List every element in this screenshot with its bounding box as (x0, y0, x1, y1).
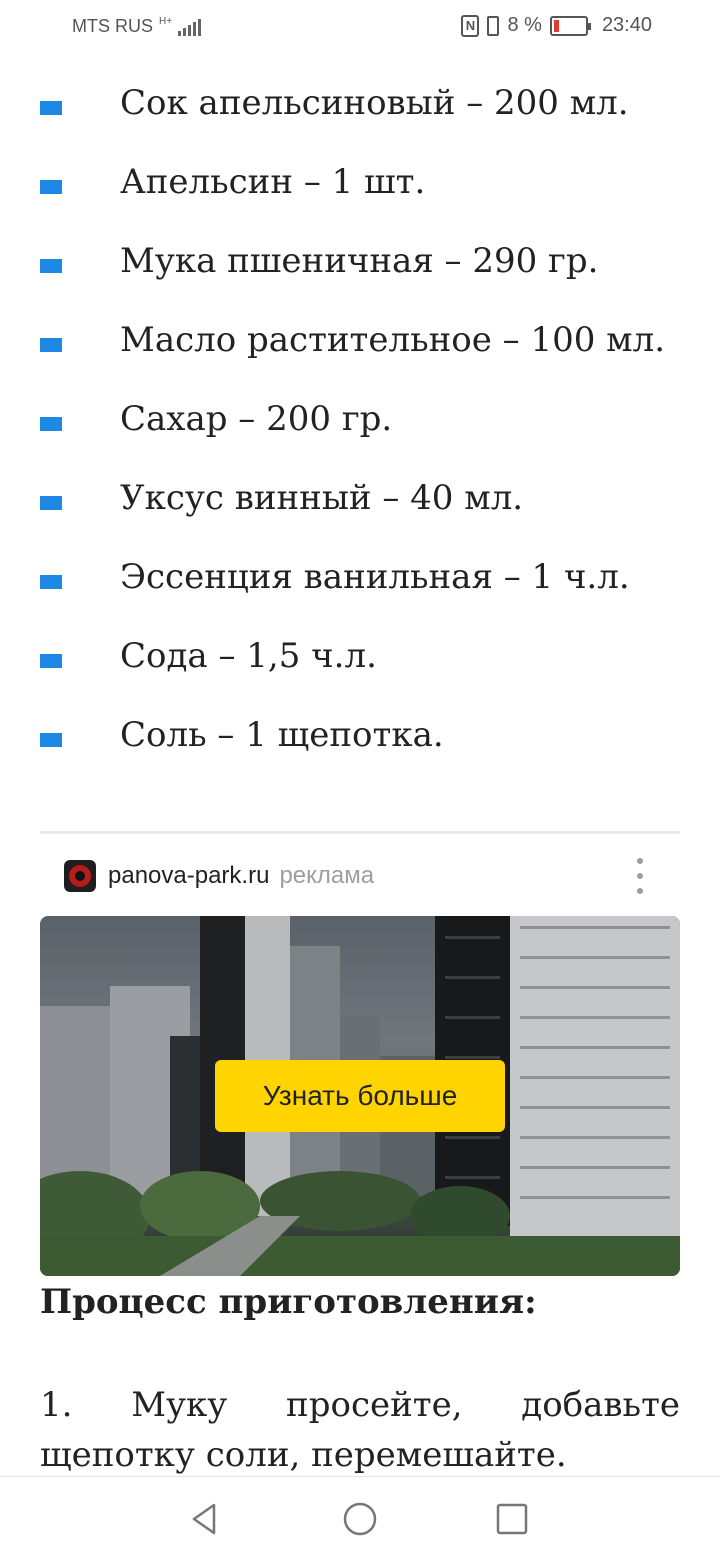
learn-more-button[interactable]: Узнать больше (215, 1060, 505, 1132)
bullet-icon (40, 496, 62, 510)
list-item: Мука пшеничная – 290 гр. (0, 222, 720, 301)
ingredient-text: Сахар – 200 гр. (120, 399, 393, 439)
list-item: Сок апельсиновый – 200 мл. (0, 64, 720, 143)
ad-options-icon[interactable] (628, 858, 652, 894)
list-item: Апельсин – 1 шт. (0, 143, 720, 222)
ingredient-text: Сок апельсиновый – 200 мл. (120, 83, 629, 123)
bullet-icon (40, 654, 62, 668)
ingredients-list: Сок апельсиновый – 200 мл. Апельсин – 1 … (0, 64, 720, 775)
list-item: Соль – 1 щепотка. (0, 696, 720, 775)
ingredient-text: Уксус винный – 40 мл. (120, 478, 524, 518)
list-item: Сахар – 200 гр. (0, 380, 720, 459)
ad-header[interactable]: panova-park.ru реклама (64, 856, 374, 896)
ingredient-text: Мука пшеничная – 290 гр. (120, 241, 599, 281)
ad-domain-link[interactable]: panova-park.ru (108, 862, 269, 890)
bullet-icon (40, 575, 62, 589)
network-badge: H+ (159, 16, 173, 27)
list-item: Эссенция ванильная – 1 ч.л. (0, 538, 720, 617)
ingredient-text: Апельсин – 1 шт. (120, 162, 426, 202)
bullet-icon (40, 180, 62, 194)
clock: 23:40 (601, 14, 652, 36)
ad-label: реклама (279, 862, 375, 889)
carrier-name: MTS RUS (72, 16, 153, 36)
list-item: Масло растительное – 100 мл. (0, 301, 720, 380)
navigation-bar (0, 1476, 720, 1561)
recent-apps-icon[interactable] (494, 1501, 530, 1537)
signal-icon (178, 18, 202, 36)
ingredient-text: Сода – 1,5 ч.л. (120, 636, 377, 676)
ingredient-text: Масло растительное – 100 мл. (120, 320, 666, 360)
list-item: Сода – 1,5 ч.л. (0, 617, 720, 696)
process-step-1: 1. Муку просейте, добавьте щепотку соли,… (40, 1385, 680, 1475)
bullet-icon (40, 338, 62, 352)
vibrate-icon (487, 15, 500, 36)
bullet-icon (40, 417, 62, 431)
ad-banner-image[interactable]: Узнать больше (40, 916, 680, 1276)
bullet-icon (40, 733, 62, 747)
status-left: MTS RUS H+ (72, 16, 202, 37)
ingredient-text: Соль – 1 щепотка. (120, 715, 444, 755)
ad-divider (40, 831, 680, 834)
advertiser-logo-icon[interactable] (64, 860, 96, 892)
list-item: Уксус винный – 40 мл. (0, 459, 720, 538)
back-icon[interactable] (186, 1501, 222, 1537)
battery-percent: 8 % (507, 14, 542, 36)
status-right: N 8 % 23:40 (461, 14, 652, 37)
battery-icon (549, 15, 591, 36)
home-icon[interactable] (342, 1501, 378, 1537)
bullet-icon (40, 101, 62, 115)
bullet-icon (40, 259, 62, 273)
ingredient-text: Эссенция ванильная – 1 ч.л. (120, 557, 630, 597)
process-title: Процесс приготовления: (40, 1282, 537, 1322)
nfc-icon: N (461, 14, 480, 37)
status-bar: MTS RUS H+ N 8 % 23:40 (0, 0, 720, 56)
